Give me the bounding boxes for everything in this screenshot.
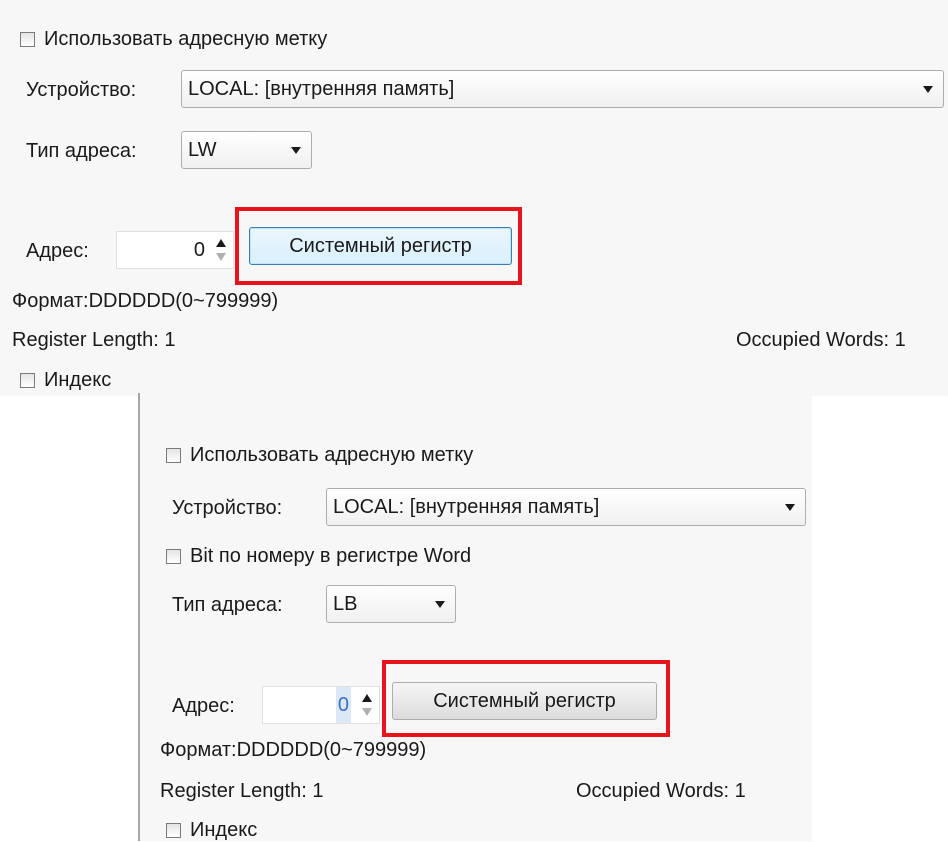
address-spin-input[interactable]: 0 [116, 231, 234, 269]
address-label: Адрес: [26, 240, 89, 262]
occupied-words-text: Occupied Words: 1 [736, 329, 906, 351]
index-row[interactable]: Индекс [166, 818, 257, 842]
index-label: Индекс [190, 819, 258, 841]
spin-down-icon[interactable] [362, 708, 372, 716]
use-address-tag-row[interactable]: Использовать адресную метку [166, 443, 473, 467]
index-row[interactable]: Индекс [20, 368, 111, 392]
format-text: Формат:DDDDDD(0~799999) [160, 739, 427, 761]
spin-down-icon[interactable] [216, 253, 226, 261]
occupied-words-text: Occupied Words: 1 [576, 780, 746, 802]
device-label: Устройство: [26, 79, 137, 101]
device-dropdown-value: LOCAL: [внутренняя память] [188, 78, 455, 100]
system-register-button[interactable]: Системный регистр [249, 227, 512, 265]
address-type-label: Тип адреса: [26, 140, 137, 162]
spin-up-icon[interactable] [216, 239, 226, 247]
use-address-tag-label: Использовать адресную метку [190, 444, 474, 466]
chevron-down-icon [435, 601, 445, 608]
chevron-down-icon [785, 504, 795, 511]
use-address-tag-checkbox[interactable] [166, 447, 181, 463]
address-value: 0 [335, 687, 351, 723]
system-register-button[interactable]: Системный регистр [392, 682, 657, 720]
chevron-down-icon [291, 147, 301, 154]
use-address-tag-row[interactable]: Использовать адресную метку [20, 27, 327, 51]
index-label: Индекс [44, 369, 112, 391]
spin-up-icon[interactable] [362, 694, 372, 702]
address-label: Адрес: [172, 695, 235, 717]
bit-by-number-row[interactable]: Bit по номеру в регистре Word [166, 544, 471, 568]
device-dropdown[interactable]: LOCAL: [внутренняя память] [326, 488, 806, 526]
address-type-dropdown-value: LB [333, 593, 358, 615]
address-spinner[interactable] [359, 690, 375, 720]
device-dropdown[interactable]: LOCAL: [внутренняя память] [181, 70, 944, 108]
index-checkbox[interactable] [166, 822, 181, 838]
address-type-dropdown-value: LW [188, 139, 217, 161]
device-dropdown-value: LOCAL: [внутренняя память] [333, 496, 600, 518]
use-address-tag-label: Использовать адресную метку [44, 28, 328, 50]
address-type-dropdown[interactable]: LW [181, 131, 312, 169]
index-checkbox[interactable] [20, 372, 35, 388]
bottom-settings-panel: Использовать адресную метку Устройство: … [138, 393, 812, 841]
chevron-down-icon [923, 86, 933, 93]
format-text: Формат:DDDDDD(0~799999) [12, 290, 279, 312]
use-address-tag-checkbox[interactable] [20, 31, 35, 47]
address-value: 0 [193, 239, 205, 261]
address-spinner[interactable] [213, 235, 229, 265]
address-type-label: Тип адреса: [172, 594, 283, 616]
address-type-dropdown[interactable]: LB [326, 585, 456, 623]
register-length-text: Register Length: 1 [12, 329, 176, 351]
top-settings-panel: Использовать адресную метку Устройство: … [0, 0, 948, 396]
register-length-text: Register Length: 1 [160, 780, 324, 802]
bit-by-number-checkbox[interactable] [166, 548, 181, 564]
address-spin-input[interactable]: 0 [262, 686, 380, 724]
bit-by-number-label: Bit по номеру в регистре Word [190, 545, 472, 567]
device-label: Устройство: [172, 497, 283, 519]
